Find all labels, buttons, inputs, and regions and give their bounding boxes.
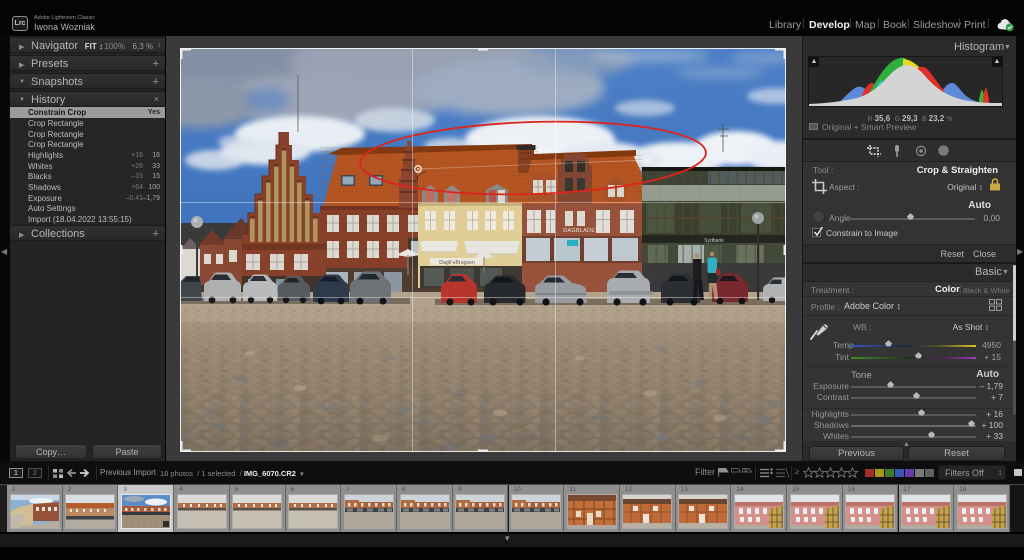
svg-text:DAGBLADET: DAGBLADET (563, 228, 599, 234)
svg-text:Dagli’●Brugsen: Dagli’●Brugsen (439, 260, 475, 266)
